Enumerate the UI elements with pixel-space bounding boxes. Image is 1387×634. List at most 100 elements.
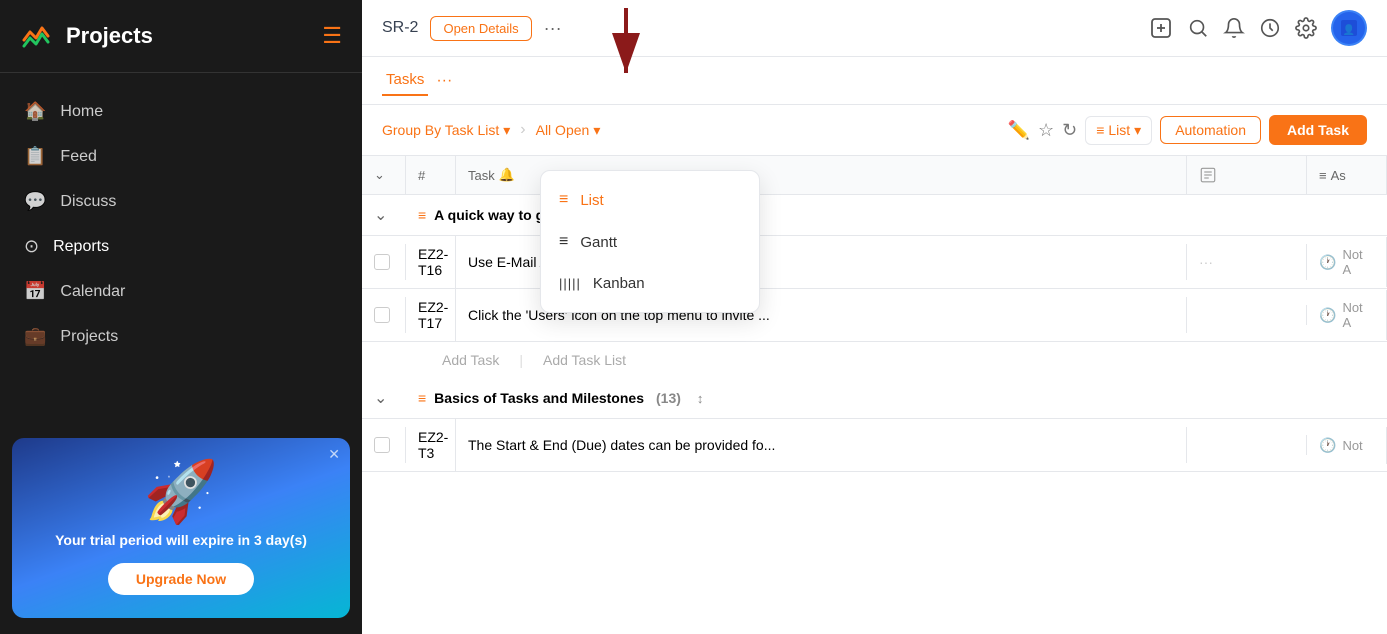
group-by-label: Group By Task List <box>382 122 499 138</box>
home-icon: 🏠 <box>24 101 46 122</box>
task-checkbox-t17[interactable] <box>374 307 390 323</box>
sidebar-item-reports[interactable]: ⊙ Reports <box>0 224 362 269</box>
sidebar-header: Projects ☰ <box>0 0 362 73</box>
task-id-t17: EZ2-T17 <box>418 299 448 331</box>
gear-icon <box>1295 17 1317 39</box>
search-icon <box>1187 17 1209 39</box>
add-task-button[interactable]: Add Task <box>1269 115 1367 145</box>
hamburger-icon[interactable]: ☰ <box>322 23 342 49</box>
sidebar-item-label: Discuss <box>60 193 116 211</box>
td-status-t16: 🕐 Not A <box>1307 237 1387 287</box>
task-title-t3: The Start & End (Due) dates can be provi… <box>468 437 775 453</box>
settings-button[interactable] <box>1295 17 1317 39</box>
th-number: # <box>406 156 456 194</box>
menu-item-kanban[interactable]: ||||| Kanban <box>541 263 759 304</box>
status-t3: Not <box>1342 438 1362 453</box>
group-priority-icon-1: ≡ <box>418 207 426 223</box>
group-sort-icon: ↕ <box>697 391 704 406</box>
filter-separator: › <box>520 121 525 139</box>
td-task-t3[interactable]: The Start & End (Due) dates can be provi… <box>456 427 1187 463</box>
table-row: EZ2-T17 Click the 'Users' icon on the to… <box>362 289 1387 342</box>
upgrade-button[interactable]: Upgrade Now <box>108 563 254 595</box>
edit-filter-button[interactable]: ✏️ <box>1008 120 1030 141</box>
group-count-2: (13) <box>656 390 681 406</box>
td-dots-t16: ··· <box>1187 244 1307 280</box>
td-id-t16: EZ2-T16 <box>406 236 456 288</box>
refresh-button[interactable]: ↻ <box>1062 120 1077 141</box>
view-dropdown-menu: ≡ List ≡ Gantt ||||| Kanban <box>540 170 760 313</box>
task-checkbox-t16[interactable] <box>374 254 390 270</box>
sidebar-item-discuss[interactable]: 💬 Discuss <box>0 179 362 224</box>
td-status-t3: 🕐 Not <box>1307 427 1387 464</box>
td-check-t17 <box>362 297 406 333</box>
topbar-icons: 👤 <box>1149 10 1367 46</box>
table-row: EZ2-T16 Use E-Mail Alias to add st... ··… <box>362 236 1387 289</box>
add-task-list-link-1[interactable]: Add Task List <box>543 352 626 368</box>
list-menu-icon: ≡ <box>559 191 568 209</box>
status-t16: Not A <box>1342 247 1374 277</box>
task-checkbox-t3[interactable] <box>374 437 390 453</box>
topbar-more-button[interactable]: ··· <box>544 18 562 39</box>
close-banner-button[interactable]: ✕ <box>328 446 340 463</box>
td-empty-t3 <box>1187 435 1307 455</box>
avatar[interactable]: 👤 <box>1331 10 1367 46</box>
calendar-icon: 📅 <box>24 281 46 302</box>
add-button[interactable] <box>1149 16 1173 40</box>
timer-icon-t17: 🕐 <box>1319 307 1336 324</box>
feed-icon: 📋 <box>24 146 46 167</box>
main-content: SR-2 Open Details ··· <box>362 0 1387 634</box>
star-button[interactable]: ☆ <box>1038 120 1054 141</box>
rocket-icon: 🚀 <box>144 456 219 527</box>
group-collapse-1[interactable]: ⌄ <box>374 205 387 225</box>
sidebar-item-calendar[interactable]: 📅 Calendar <box>0 269 362 314</box>
kanban-menu-icon: ||||| <box>559 276 581 291</box>
group-row-2: ⌄ ≡ Basics of Tasks and Milestones (13) … <box>362 378 1387 419</box>
add-task-link-1[interactable]: Add Task <box>442 352 499 368</box>
task-header-label: Task <box>468 168 495 183</box>
collapse-all-icon: ⌄ <box>374 167 385 183</box>
open-details-button[interactable]: Open Details <box>430 16 531 41</box>
sidebar-item-label: Projects <box>60 328 118 346</box>
td-status-t17: 🕐 Not A <box>1307 290 1387 340</box>
automation-button[interactable]: Automation <box>1160 116 1261 144</box>
list-view-button[interactable]: ≡ List ▾ <box>1085 116 1152 145</box>
assign-label: As <box>1331 168 1346 183</box>
all-open-button[interactable]: All Open ▾ <box>536 122 601 139</box>
group-priority-icon-2: ≡ <box>418 390 426 406</box>
tab-more-button[interactable]: ··· <box>436 72 452 90</box>
sidebar-item-label: Home <box>60 103 103 121</box>
task-table: ⌄ # Task 🔔 ≡ As <box>362 156 1387 634</box>
sidebar-item-home[interactable]: 🏠 Home <box>0 89 362 134</box>
search-button[interactable] <box>1187 17 1209 39</box>
menu-item-list[interactable]: ≡ List <box>541 179 759 221</box>
notifications-button[interactable] <box>1223 17 1245 39</box>
timer-icon-t3: 🕐 <box>1319 437 1336 454</box>
table-header: ⌄ # Task 🔔 ≡ As <box>362 156 1387 195</box>
th-chevron: ⌄ <box>362 156 406 194</box>
chevron-down-icon-2: ▾ <box>593 122 600 139</box>
hash-icon: # <box>418 168 425 183</box>
group-chevron-2[interactable]: ⌄ <box>362 378 406 418</box>
user-avatar: 👤 <box>1333 12 1365 44</box>
td-id-t17: EZ2-T17 <box>406 289 456 341</box>
list-label: List <box>1108 122 1130 138</box>
group-by-button[interactable]: Group By Task List ▾ <box>382 122 510 139</box>
sidebar-item-projects[interactable]: 💼 Projects <box>0 314 362 359</box>
tabs-toolbar: Tasks ··· <box>362 57 1387 105</box>
reports-icon: ⊙ <box>24 236 39 257</box>
timer-button[interactable] <box>1259 17 1281 39</box>
topbar: SR-2 Open Details ··· <box>362 0 1387 57</box>
sidebar-item-feed[interactable]: 📋 Feed <box>0 134 362 179</box>
list-icon: ≡ <box>1096 122 1104 138</box>
group-collapse-2[interactable]: ⌄ <box>374 388 387 408</box>
list-chevron-icon: ▾ <box>1134 122 1141 139</box>
tab-tasks[interactable]: Tasks <box>382 65 428 96</box>
td-id-t3: EZ2-T3 <box>406 419 456 471</box>
group-chevron-1[interactable]: ⌄ <box>362 195 406 235</box>
add-row-1: Add Task | Add Task List <box>362 342 1387 378</box>
menu-item-gantt[interactable]: ≡ Gantt <box>541 221 759 263</box>
trial-text: Your trial period will expire in 3 day(s… <box>55 531 307 551</box>
more-icon-t16[interactable]: ··· <box>1199 254 1213 270</box>
group-row-1: ⌄ ≡ A quick way to get starte... <box>362 195 1387 236</box>
logo-icon <box>20 18 56 54</box>
